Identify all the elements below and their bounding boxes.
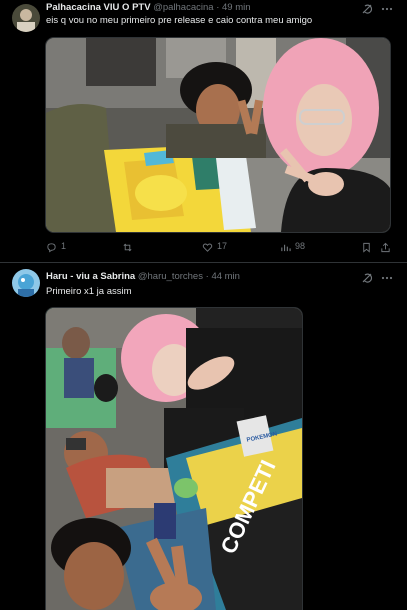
reply-button[interactable]: 1 bbox=[46, 240, 66, 254]
like-button[interactable]: 17 bbox=[202, 240, 227, 254]
views-icon bbox=[281, 244, 291, 251]
display-name[interactable]: Palhacacina VIU O PTV bbox=[46, 2, 151, 13]
bookmark-icon bbox=[363, 242, 370, 253]
retweet-button[interactable] bbox=[122, 240, 133, 254]
tweet-photo[interactable]: COMPETI POKEMON bbox=[45, 307, 303, 610]
more-icon[interactable] bbox=[381, 272, 393, 284]
tweet-text: Primeiro x1 ja assim bbox=[46, 286, 132, 297]
grok-icon[interactable] bbox=[361, 272, 373, 284]
avatar[interactable] bbox=[12, 4, 40, 32]
like-icon bbox=[202, 243, 213, 252]
timeline-feed: Palhacacina VIU O PTV @palhacacina · 49 … bbox=[0, 0, 407, 610]
bookmark-button[interactable] bbox=[361, 240, 372, 254]
separator: · bbox=[205, 271, 209, 282]
photo-image: COMPETI POKEMON bbox=[46, 308, 302, 610]
handle[interactable]: @palhacacina bbox=[153, 2, 213, 13]
separator: · bbox=[216, 2, 220, 13]
views-button[interactable]: 98 bbox=[280, 240, 305, 254]
tweet-header: Palhacacina VIU O PTV @palhacacina · 49 … bbox=[46, 2, 359, 15]
timestamp[interactable]: 44 min bbox=[211, 271, 240, 282]
share-button[interactable] bbox=[380, 240, 391, 254]
reply-icon bbox=[47, 242, 56, 253]
views-count: 98 bbox=[295, 241, 306, 252]
photo-image bbox=[46, 38, 390, 232]
avatar-image bbox=[12, 269, 40, 297]
tweet-1[interactable]: Palhacacina VIU O PTV @palhacacina · 49 … bbox=[0, 0, 407, 263]
avatar[interactable] bbox=[12, 269, 40, 297]
more-icon[interactable] bbox=[381, 3, 393, 15]
timestamp[interactable]: 49 min bbox=[222, 2, 251, 13]
display-name[interactable]: Haru - viu a Sabrina bbox=[46, 271, 135, 282]
share-icon bbox=[381, 242, 390, 252]
reply-count: 1 bbox=[61, 241, 67, 252]
handle[interactable]: @haru_torches bbox=[138, 271, 203, 282]
grok-icon[interactable] bbox=[361, 3, 373, 15]
tweet-text: eis q vou no meu primeiro pre release e … bbox=[46, 15, 313, 26]
avatar-image bbox=[12, 4, 40, 32]
tweet-actions: 1 17 98 bbox=[46, 240, 397, 254]
like-count: 17 bbox=[217, 241, 228, 252]
tweet-2[interactable]: Haru - viu a Sabrina @haru_torches · 44 … bbox=[0, 263, 407, 610]
tweet-header: Haru - viu a Sabrina @haru_torches · 44 … bbox=[46, 271, 359, 284]
tweet-photo[interactable] bbox=[45, 37, 391, 233]
retweet-icon bbox=[123, 243, 132, 251]
